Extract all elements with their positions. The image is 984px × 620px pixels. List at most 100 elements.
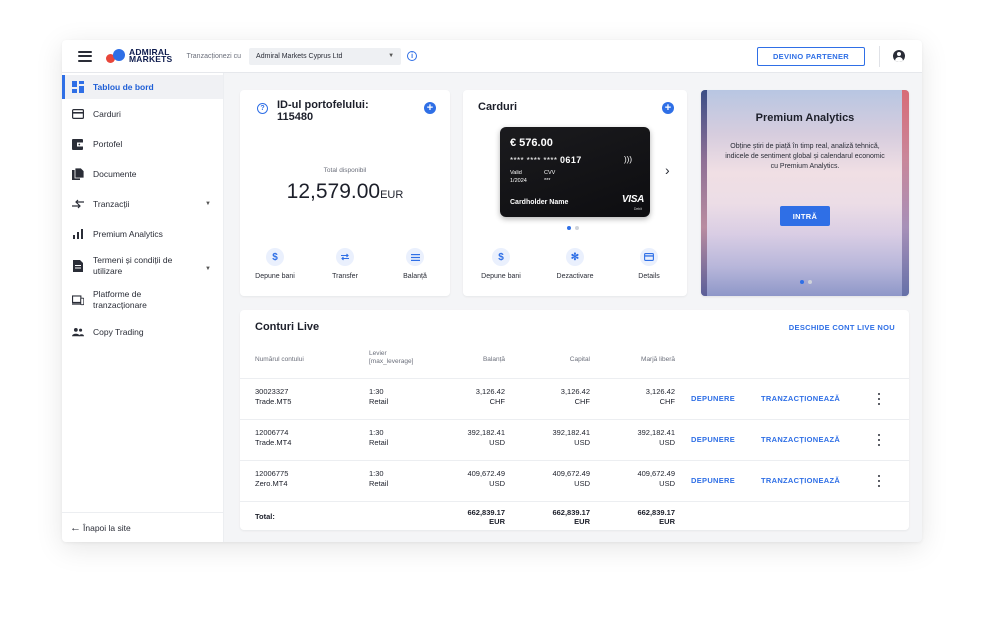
card-balance: € 576.00	[510, 137, 553, 149]
sidebar-item-transactions[interactable]: Tranzacții ▼	[62, 189, 223, 219]
back-to-site-link[interactable]: ← Înapoi la site	[62, 512, 224, 542]
platforms-icon	[72, 294, 84, 306]
carousel-dot[interactable]	[800, 280, 804, 284]
available-value: 12,579.00EUR	[240, 180, 450, 204]
card-freeze-label: Dezactivare	[556, 273, 594, 280]
header-leverage-sub: [max_leverage]	[369, 358, 414, 365]
account-icon[interactable]	[893, 50, 905, 62]
account-currency: CHF	[574, 397, 590, 406]
account-equity: 3,126.42	[560, 387, 590, 396]
info-icon[interactable]: i	[407, 51, 418, 61]
header-leverage-label: Levier	[369, 350, 387, 357]
balance-action[interactable]: Balanță	[390, 248, 440, 280]
account-number: 12006774	[255, 428, 289, 437]
total-balance: 662,839.17	[467, 508, 505, 517]
sidebar-item-cards[interactable]: Carduri	[62, 99, 223, 129]
account-currency: USD	[489, 479, 505, 488]
sidebar-item-terms[interactable]: Termeni și condiții de utilizare ▼	[62, 249, 223, 283]
sidebar-item-label: Carduri	[93, 109, 121, 119]
sidebar-item-copy-trading[interactable]: Copy Trading	[62, 317, 223, 347]
transfer-label: Transfer	[332, 273, 358, 280]
top-bar: ADMIRAL MARKETS Tranzacționezi cu Admira…	[62, 40, 922, 73]
chevron-down-icon: ▼	[205, 266, 211, 272]
cardholder-name: Cardholder Name	[510, 199, 569, 206]
balance-label: Balanță	[403, 273, 427, 280]
transactions-icon	[72, 198, 84, 210]
contactless-icon: )))	[624, 155, 632, 164]
chevron-right-icon[interactable]: ›	[665, 162, 670, 178]
more-vert-icon[interactable]	[876, 474, 882, 488]
cards-panel: Carduri + € 576.00 **** **** **** 0617 )…	[463, 90, 687, 296]
account-currency: CHF	[659, 397, 675, 406]
arrow-left-icon: ←	[70, 521, 81, 534]
transfer-action[interactable]: Transfer	[320, 248, 370, 280]
open-live-account-link[interactable]: DESCHIDE CONT LIVE NOU	[789, 323, 895, 332]
more-vert-icon[interactable]	[876, 392, 882, 406]
cards-title: Carduri	[478, 101, 518, 113]
become-partner-button[interactable]: DEVINO PARTENER	[757, 47, 865, 66]
account-currency: USD	[659, 438, 675, 447]
entity-select-value: Admiral Markets Cyprus Ltd	[256, 52, 343, 60]
account-currency: CHF	[489, 397, 505, 406]
trade-with-label: Tranzacționezi cu	[186, 52, 242, 60]
help-icon[interactable]: ?	[257, 103, 268, 114]
sidebar-item-label: Platforme de tranzacționare	[93, 289, 147, 310]
add-card-button[interactable]: +	[662, 102, 674, 114]
account-leverage: 1:30	[369, 428, 384, 437]
sidebar-item-documents[interactable]: Documente	[62, 159, 223, 189]
account-leverage: 1:30	[369, 469, 384, 478]
live-accounts-title: Conturi Live	[255, 321, 320, 333]
account-type: Retail	[369, 438, 389, 447]
cvv-value: ***	[544, 178, 551, 184]
total-equity: 662,839.17	[552, 508, 590, 517]
sidebar-item-platforms[interactable]: Platforme de tranzacționare	[62, 283, 223, 317]
entity-select[interactable]: Admiral Markets Cyprus Ltd ▼	[249, 47, 402, 65]
account-type: Retail	[369, 479, 389, 488]
trade-button[interactable]: TRANZACȚIONEAZĂ	[761, 394, 840, 403]
account-balance: 409,672.49	[467, 469, 505, 478]
card-icon	[72, 108, 84, 120]
trade-button[interactable]: TRANZACȚIONEAZĂ	[761, 435, 840, 444]
card-deposit-action[interactable]: $ Depune bani	[476, 248, 526, 280]
cvv-label: CVV	[544, 170, 556, 176]
list-icon	[406, 248, 424, 266]
more-vert-icon[interactable]	[876, 433, 882, 447]
card-freeze-action[interactable]: ✻ Dezactivare	[550, 248, 600, 280]
deposit-button[interactable]: DEPUNERE	[691, 435, 735, 444]
card-icon	[640, 248, 658, 266]
app-window: ADMIRAL MARKETS Tranzacționezi cu Admira…	[62, 40, 922, 542]
carousel-dot[interactable]	[575, 226, 579, 230]
sidebar: Tablou de bord Carduri Portofel Document…	[62, 73, 224, 542]
card-number-masked: **** **** ****	[510, 156, 558, 165]
header-balance: Balanță	[482, 356, 505, 363]
trade-button[interactable]: TRANZACȚIONEAZĂ	[761, 476, 840, 485]
account-currency: USD	[574, 438, 590, 447]
account-leverage: 1:30	[369, 387, 384, 396]
account-free-margin: 392,182.41	[637, 428, 675, 437]
bank-card[interactable]: € 576.00 **** **** **** 0617 ))) Valid 1/…	[500, 127, 650, 217]
account-currency: USD	[574, 479, 590, 488]
deposit-button[interactable]: DEPUNERE	[691, 394, 735, 403]
card-details-action[interactable]: Details	[624, 248, 674, 280]
account-equity: 392,182.41	[552, 428, 590, 437]
carousel-dot[interactable]	[808, 280, 812, 284]
deposit-action[interactable]: $ Depune bani	[250, 248, 300, 280]
sidebar-item-premium-analytics[interactable]: Premium Analytics	[62, 219, 223, 249]
available-currency: EUR	[380, 189, 404, 201]
snowflake-icon: ✻	[566, 248, 584, 266]
menu-icon[interactable]	[78, 50, 92, 62]
sidebar-item-wallet[interactable]: Portofel	[62, 129, 223, 159]
visa-logo: VISA	[621, 194, 644, 205]
header-account-number: Numărul contului	[255, 356, 304, 363]
deposit-button[interactable]: DEPUNERE	[691, 476, 735, 485]
enter-button[interactable]: INTRĂ	[780, 206, 830, 226]
available-label: Total disponibil	[323, 167, 367, 174]
add-wallet-button[interactable]: +	[424, 102, 436, 114]
deposit-label: Depune bani	[255, 273, 295, 280]
sidebar-item-dashboard[interactable]: Tablou de bord	[62, 75, 223, 99]
brand-logo[interactable]: ADMIRAL MARKETS	[106, 48, 172, 64]
header-leverage: Levier [max_leverage]	[369, 350, 413, 366]
total-row: Total: 662,839.17 EUR 662,839.17 EUR 662,8…	[240, 501, 909, 530]
brand-line2: MARKETS	[129, 54, 173, 64]
carousel-dot[interactable]	[567, 226, 571, 230]
